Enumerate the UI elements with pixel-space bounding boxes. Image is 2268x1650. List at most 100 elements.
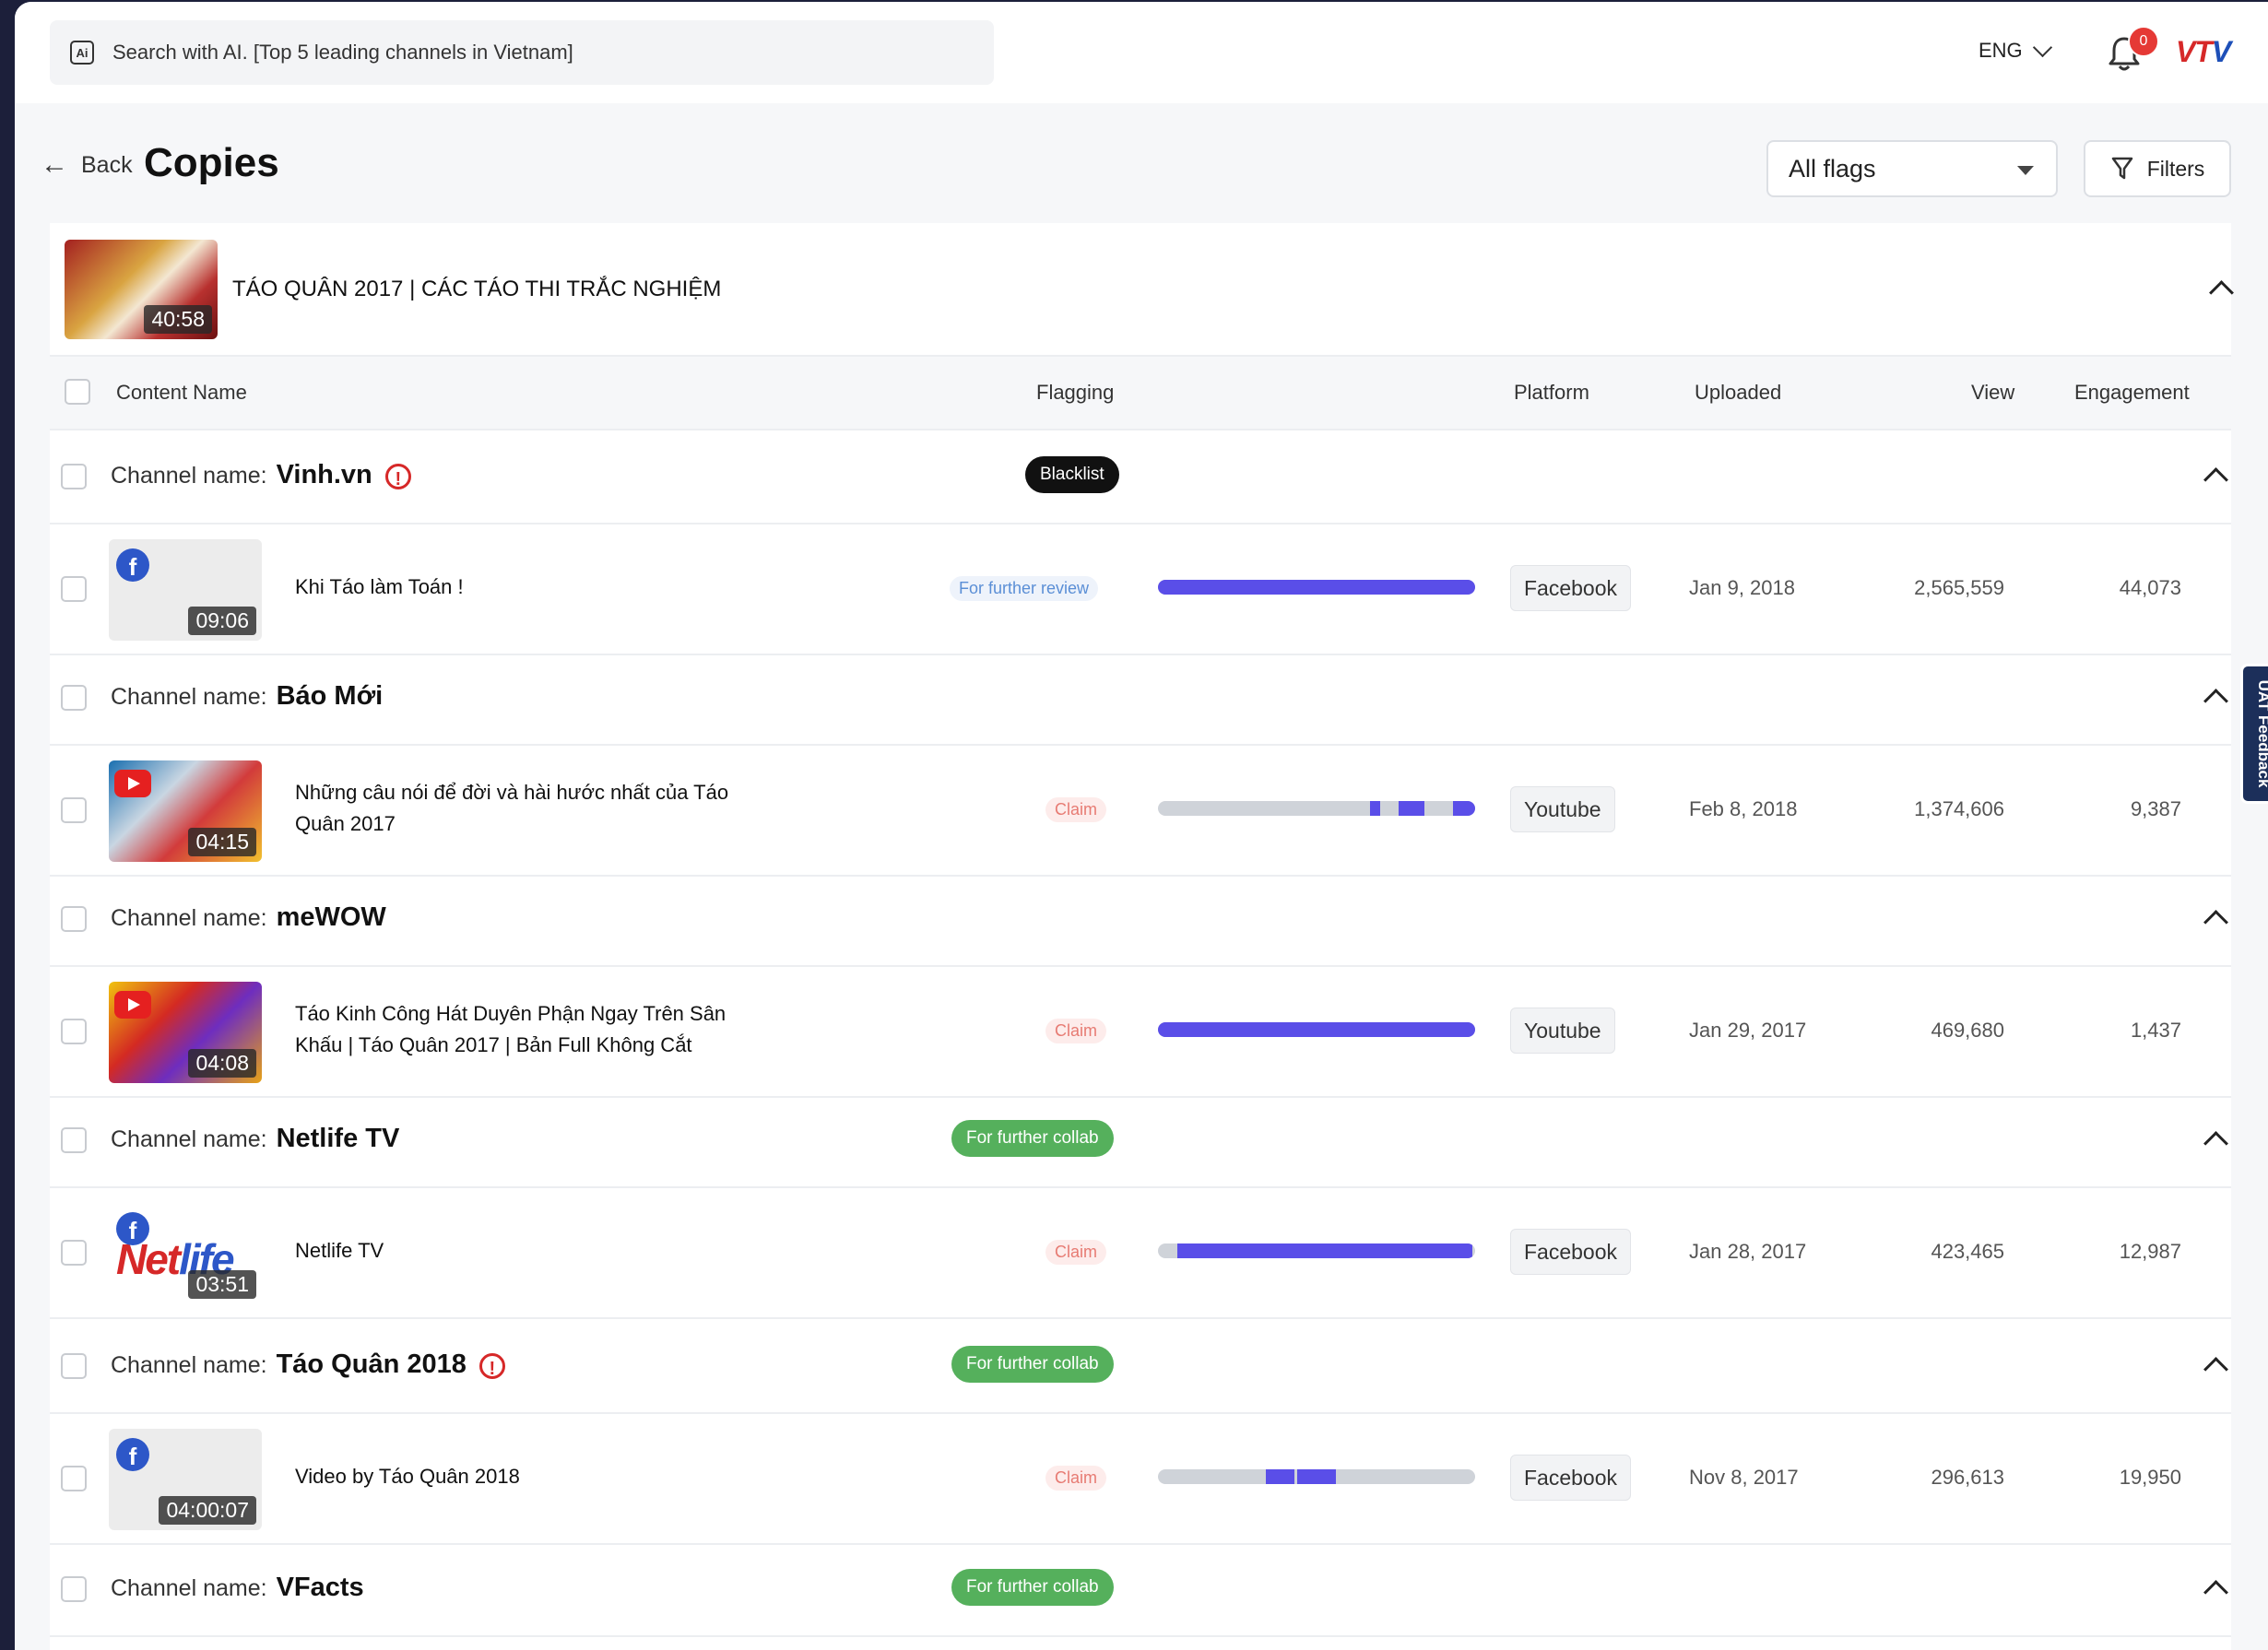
duration-badge: 09:06 [188, 607, 256, 635]
collapse-chevron-icon[interactable] [2203, 689, 2228, 713]
match-timeline-bar[interactable] [1158, 1022, 1475, 1037]
video-title[interactable]: Táo Kinh Công Hát Duyên Phận Ngay Trên S… [295, 998, 774, 1061]
source-title: TÁO QUÂN 2017 | CÁC TÁO THI TRẮC NGHIỆM [232, 277, 722, 301]
channel-name[interactable]: Netlife TV [277, 1124, 400, 1153]
view-count: 296,613 [1931, 1466, 2004, 1489]
channel-row[interactable]: Channel name: Vinh.vn! Blacklist [50, 430, 2231, 524]
channel-row[interactable]: Channel name: Netlife TV For further colla… [50, 1094, 2231, 1188]
page-title: Copies [144, 140, 279, 185]
match-timeline-bar[interactable] [1158, 801, 1475, 816]
filters-label: Filters [2146, 156, 2205, 181]
match-segment [1176, 1243, 1472, 1258]
facebook-icon: f [116, 1438, 149, 1471]
video-title[interactable]: Netlife TV [295, 1235, 774, 1267]
video-thumbnail[interactable]: Netlife f 03:51 [109, 1203, 262, 1304]
duration-badge: 04:08 [188, 1049, 256, 1078]
channel-row[interactable]: Channel name: meWOW [50, 873, 2231, 967]
flag-status-badge[interactable]: Claim [1045, 1466, 1107, 1491]
video-thumbnail[interactable]: f 04:00:07 [109, 1429, 262, 1530]
collapse-chevron-icon[interactable] [2203, 467, 2228, 492]
uploaded-date: Nov 8, 2017 [1689, 1466, 1799, 1489]
match-timeline-bar[interactable] [1158, 1243, 1475, 1258]
video-thumbnail[interactable]: f 09:06 [109, 539, 262, 641]
flag-status-badge[interactable]: Claim [1045, 1240, 1107, 1265]
language-selector[interactable]: ENG [1979, 37, 2052, 63]
col-flagging[interactable]: Flagging [1036, 381, 1114, 405]
video-row[interactable]: f 04:00:07 Video by Táo Quân 2018 Claim Face… [50, 1414, 2231, 1545]
video-checkbox[interactable] [61, 576, 87, 602]
video-checkbox[interactable] [61, 1466, 87, 1491]
video-title[interactable]: Video by Táo Quân 2018 [295, 1461, 774, 1492]
col-engagement[interactable]: Engagement [2074, 381, 2190, 405]
uploaded-date: Jan 28, 2017 [1689, 1240, 1807, 1263]
language-label: ENG [1979, 39, 2023, 62]
video-row[interactable]: 04:15 Những câu nói để đời và hài hước nh… [50, 746, 2231, 877]
uat-feedback-tab[interactable]: UAT Feedback [2240, 664, 2268, 804]
match-segment [1399, 801, 1424, 816]
youtube-icon [114, 770, 151, 797]
channel-checkbox[interactable] [61, 685, 87, 711]
match-timeline-bar[interactable] [1158, 580, 1475, 595]
flag-status-badge[interactable]: Claim [1045, 1019, 1107, 1043]
channel-flag-badge[interactable]: For further collab [951, 1120, 1114, 1157]
video-row[interactable]: Netlife f 03:51 Netlife TV Claim Facebook Jan … [50, 1188, 2231, 1319]
video-title[interactable]: Những câu nói để đời và hài hước nhất củ… [295, 777, 774, 840]
channel-checkbox[interactable] [61, 1127, 87, 1153]
channel-row[interactable]: Channel name: Táo Quân 2018! For further c… [50, 1320, 2231, 1414]
video-row[interactable]: f 09:06 Khi Táo làm Toán ! For further revi… [50, 524, 2231, 655]
channel-checkbox[interactable] [61, 1353, 87, 1379]
channel-checkbox[interactable] [61, 906, 87, 932]
flag-filter-select[interactable]: All flags [1766, 140, 2058, 197]
video-thumbnail[interactable]: 04:15 [109, 760, 262, 862]
video-row[interactable]: 04:08 Táo Kinh Công Hát Duyên Phận Ngay T… [50, 967, 2231, 1098]
video-checkbox[interactable] [61, 1240, 87, 1266]
channel-name[interactable]: Báo Mới [277, 681, 384, 711]
source-thumbnail[interactable]: 40:58 [65, 240, 218, 339]
uploaded-date: Jan 29, 2017 [1689, 1019, 1807, 1042]
col-content-name[interactable]: Content Name [116, 381, 247, 405]
filters-button[interactable]: Filters [2084, 140, 2231, 197]
channel-checkbox[interactable] [61, 464, 87, 489]
back-button[interactable]: ← Back [41, 149, 133, 181]
ai-search-icon: Ai [70, 41, 94, 65]
channel-row[interactable]: Channel name: Báo Mới [50, 652, 2231, 746]
channel-name[interactable]: Táo Quân 2018 [277, 1349, 467, 1379]
channel-checkbox[interactable] [61, 1576, 87, 1602]
collapse-chevron-icon[interactable] [2203, 1357, 2228, 1382]
source-video-row[interactable]: 40:58 TÁO QUÂN 2017 | CÁC TÁO THI TRẮC N… [50, 223, 2234, 357]
collapse-chevron-icon[interactable] [2203, 1580, 2228, 1605]
channel-name[interactable]: meWOW [277, 902, 386, 932]
channel-row[interactable]: Channel name: VFacts For further collab [50, 1543, 2231, 1637]
col-view[interactable]: View [1971, 381, 2014, 405]
flag-status-badge[interactable]: For further review [950, 576, 1099, 601]
channel-label: Channel name: Vinh.vn! [111, 460, 411, 490]
collapse-chevron-icon[interactable] [2203, 910, 2228, 935]
flag-filter-value: All flags [1789, 154, 1876, 183]
video-checkbox[interactable] [61, 797, 87, 823]
channel-label: Channel name: Báo Mới [111, 681, 384, 711]
channel-name[interactable]: Vinh.vn [277, 460, 372, 489]
video-title[interactable]: Khi Táo làm Toán ! [295, 572, 774, 603]
ai-search-bar[interactable]: Ai [50, 20, 994, 85]
engagement-count: 9,387 [2130, 797, 2181, 820]
collapse-chevron-icon[interactable] [2209, 280, 2234, 305]
app-window: Ai ENG 0 VTV ← Back Copies All flags Fil… [15, 2, 2268, 1650]
channel-name[interactable]: VFacts [277, 1573, 364, 1602]
match-segment [1158, 580, 1475, 595]
video-checkbox[interactable] [61, 1019, 87, 1044]
col-platform[interactable]: Platform [1514, 381, 1589, 405]
channel-flag-badge[interactable]: For further collab [951, 1346, 1114, 1383]
col-uploaded[interactable]: Uploaded [1695, 381, 1781, 405]
channel-flag-badge[interactable]: For further collab [951, 1569, 1114, 1606]
view-count: 423,465 [1931, 1240, 2004, 1263]
brand-logo[interactable]: VTV [2176, 35, 2231, 69]
platform-badge: Youtube [1510, 1008, 1615, 1054]
select-all-checkbox[interactable] [65, 379, 90, 405]
channel-flag-badge[interactable]: Blacklist [1025, 456, 1119, 493]
video-thumbnail[interactable]: 04:08 [109, 982, 262, 1083]
flag-status-badge[interactable]: Claim [1045, 797, 1107, 822]
match-segment [1370, 801, 1380, 816]
match-timeline-bar[interactable] [1158, 1469, 1475, 1484]
collapse-chevron-icon[interactable] [2203, 1131, 2228, 1156]
search-input[interactable] [111, 40, 944, 65]
